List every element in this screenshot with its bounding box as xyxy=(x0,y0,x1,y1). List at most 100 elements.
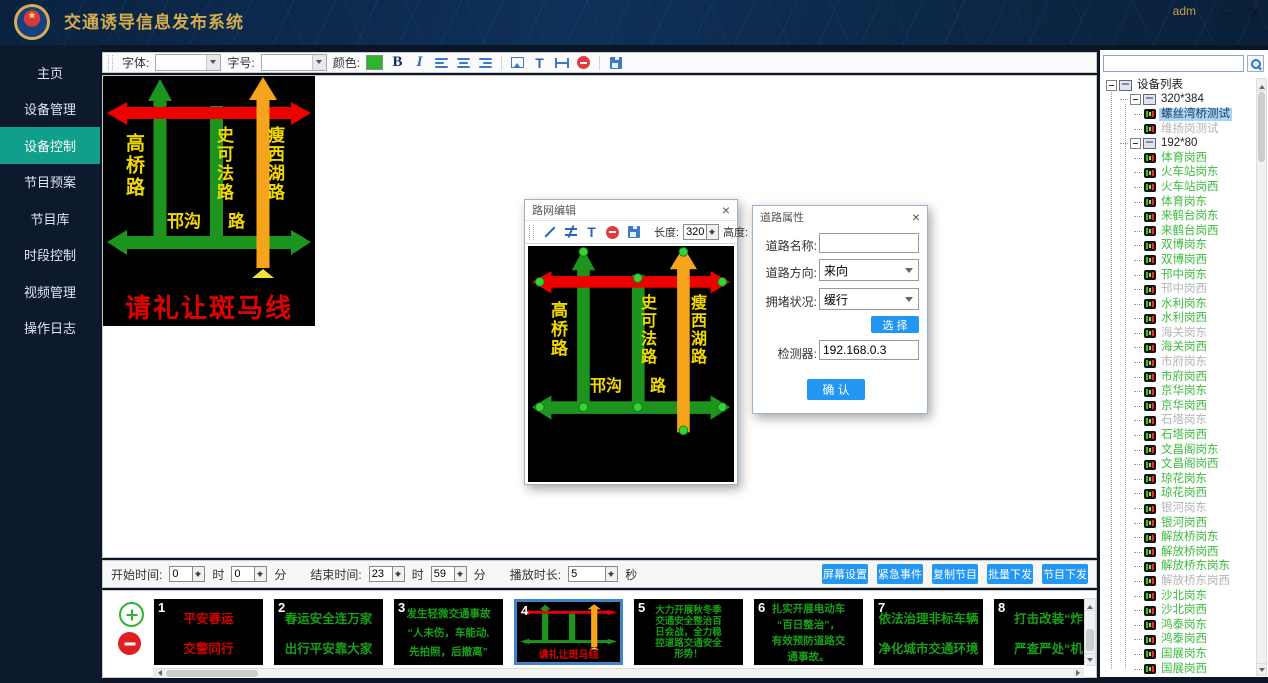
spin-down-icon[interactable] xyxy=(193,574,204,581)
road-icon[interactable] xyxy=(553,55,570,71)
program-thumbnail[interactable]: 8打击改装“炸严查严处“机 xyxy=(994,599,1084,665)
scroll-down-icon[interactable] xyxy=(1085,653,1095,665)
device-tree-item[interactable]: 文昌阁岗东 xyxy=(1100,443,1256,458)
program-thumbnail[interactable]: 7依法治理非标车辆净化城市交通环境 xyxy=(874,599,983,665)
start-minute-input[interactable] xyxy=(231,566,255,582)
close-icon[interactable]: × xyxy=(722,203,730,217)
device-tree-item[interactable]: 海关岗东 xyxy=(1100,326,1256,341)
editor-canvas[interactable]: 高桥路 史可法路 瘦西湖路 邗沟 路 xyxy=(528,246,734,482)
spin-down-icon[interactable] xyxy=(455,574,466,581)
color-swatch[interactable] xyxy=(366,55,383,70)
line-icon[interactable] xyxy=(541,224,558,240)
schedule-action-button[interactable]: 复制节目 xyxy=(932,564,978,584)
collapse-icon[interactable] xyxy=(1106,80,1117,91)
device-tree-item[interactable]: 水利岗西 xyxy=(1100,312,1256,327)
collapse-icon[interactable] xyxy=(1130,138,1141,149)
sidebar-item[interactable]: 主页 xyxy=(0,54,100,91)
device-tree-item[interactable]: 石塔岗西 xyxy=(1100,428,1256,443)
program-thumbnail[interactable]: 6扎实开展电动车“百日整治”，有效预防道路交通事故。 xyxy=(754,599,863,665)
device-tree-item[interactable]: 京华岗西 xyxy=(1100,399,1256,414)
device-tree-item[interactable]: 文昌阁岗西 xyxy=(1100,457,1256,472)
device-tree-item[interactable]: 国展岗东 xyxy=(1100,647,1256,662)
road-direction-select[interactable]: 来向 xyxy=(819,259,919,281)
start-minute-stepper[interactable] xyxy=(231,566,267,582)
device-tree-item[interactable]: 解放桥东岗西 xyxy=(1100,574,1256,589)
device-tree-item[interactable]: 鸿泰岗东 xyxy=(1100,618,1256,633)
device-tree-item[interactable]: 双博岗东 xyxy=(1100,239,1256,254)
dialog-titlebar[interactable]: 路网编辑 × xyxy=(525,200,737,220)
toolbar-grip-icon[interactable] xyxy=(529,225,534,240)
spin-down-icon[interactable] xyxy=(255,574,266,581)
end-hour-stepper[interactable] xyxy=(369,566,405,582)
program-thumbnail[interactable]: 1平安春运交警同行 xyxy=(154,599,263,665)
spin-down-icon[interactable] xyxy=(393,574,404,581)
font-select[interactable] xyxy=(155,54,221,71)
device-tree-item[interactable]: 解放桥岗东 xyxy=(1100,530,1256,545)
device-tree-item[interactable]: 邗中岗东 xyxy=(1100,268,1256,283)
align-left-icon[interactable] xyxy=(433,55,450,71)
device-tree-item[interactable]: 邗中岗西 xyxy=(1100,282,1256,297)
scroll-up-icon[interactable] xyxy=(1257,79,1266,91)
search-button[interactable] xyxy=(1247,55,1264,72)
double-line-icon[interactable] xyxy=(562,224,579,240)
search-input[interactable] xyxy=(1103,55,1244,72)
device-tree-item[interactable]: 体育岗东 xyxy=(1100,195,1256,210)
horizontal-scrollbar[interactable] xyxy=(153,668,1084,678)
scrollbar-thumb[interactable] xyxy=(166,670,258,677)
save-icon[interactable] xyxy=(625,224,642,240)
tree-scrollbar[interactable] xyxy=(1256,78,1267,676)
close-icon[interactable]: × xyxy=(1249,2,1260,26)
device-tree-item[interactable]: 来鹤台岗西 xyxy=(1100,224,1256,239)
length-input[interactable] xyxy=(683,224,707,240)
start-hour-stepper[interactable] xyxy=(169,566,205,582)
device-tree-item[interactable]: 鸿泰岗西 xyxy=(1100,633,1256,648)
device-tree-item[interactable]: 解放桥东岗东 xyxy=(1100,560,1256,575)
device-tree-root[interactable]: 设备列表 xyxy=(1100,78,1256,93)
schedule-action-button[interactable]: 屏幕设置 xyxy=(822,564,868,584)
minimize-icon[interactable]: − xyxy=(1220,2,1230,26)
device-tree-item[interactable]: 琼花岗西 xyxy=(1100,487,1256,502)
schedule-action-button[interactable]: 紧急事件 xyxy=(877,564,923,584)
device-tree-item[interactable]: 沙北岗西 xyxy=(1100,603,1256,618)
save-icon[interactable] xyxy=(607,55,624,71)
road-name-input[interactable] xyxy=(819,233,919,253)
duration-input[interactable] xyxy=(568,566,606,582)
select-detector-button[interactable]: 选 择 xyxy=(871,316,919,333)
program-thumbnail[interactable]: 2春运安全连万家出行平安靠大家 xyxy=(274,599,383,665)
vertical-scrollbar[interactable] xyxy=(1084,598,1096,666)
device-tree-item[interactable]: 双博岗西 xyxy=(1100,253,1256,268)
program-thumbnail[interactable]: 4请礼让斑马线 xyxy=(514,599,623,665)
image-icon[interactable] xyxy=(509,55,526,71)
device-tree-item[interactable]: 解放桥岗西 xyxy=(1100,545,1256,560)
device-tree-item[interactable]: 国展岗西 xyxy=(1100,662,1256,677)
scroll-right-icon[interactable] xyxy=(1073,669,1084,678)
device-tree-item[interactable]: 水利岗东 xyxy=(1100,297,1256,312)
program-thumbnail[interactable]: 3发生轻微交通事故“人未伤，车能动,先拍照，后撤离” xyxy=(394,599,503,665)
add-program-button[interactable] xyxy=(119,602,144,627)
collapse-icon[interactable] xyxy=(1130,94,1141,105)
sidebar-item[interactable]: 操作日志 xyxy=(0,310,100,347)
dialog-titlebar[interactable]: 道路属性 × xyxy=(753,206,927,228)
device-group[interactable]: 320*384 xyxy=(1100,93,1256,108)
sidebar-item[interactable]: 视频管理 xyxy=(0,273,100,310)
spin-down-icon[interactable] xyxy=(606,574,617,581)
bold-icon[interactable]: B xyxy=(389,55,406,71)
sidebar-item[interactable]: 时段控制 xyxy=(0,237,100,274)
delete-icon[interactable] xyxy=(604,224,621,240)
end-minute-stepper[interactable] xyxy=(431,566,467,582)
scrollbar-thumb[interactable] xyxy=(1258,92,1265,162)
sidebar-item[interactable]: 设备控制 xyxy=(0,127,100,164)
device-tree-item[interactable]: 银河岗西 xyxy=(1100,516,1256,531)
device-tree-item[interactable]: 来鹤台岗东 xyxy=(1100,209,1256,224)
congestion-select[interactable]: 缓行 xyxy=(819,288,919,310)
device-tree-item[interactable]: 市府岗东 xyxy=(1100,355,1256,370)
device-tree-item[interactable]: 市府岗西 xyxy=(1100,370,1256,385)
schedule-action-button[interactable]: 节目下发 xyxy=(1042,564,1088,584)
align-center-icon[interactable] xyxy=(455,55,472,71)
device-tree-item[interactable]: 琼花岗东 xyxy=(1100,472,1256,487)
detector-input[interactable] xyxy=(819,340,919,360)
device-tree-item[interactable]: 体育岗西 xyxy=(1100,151,1256,166)
duration-stepper[interactable] xyxy=(568,566,618,582)
text-icon[interactable]: T xyxy=(531,55,548,71)
sidebar-item[interactable]: 节目预案 xyxy=(0,164,100,201)
